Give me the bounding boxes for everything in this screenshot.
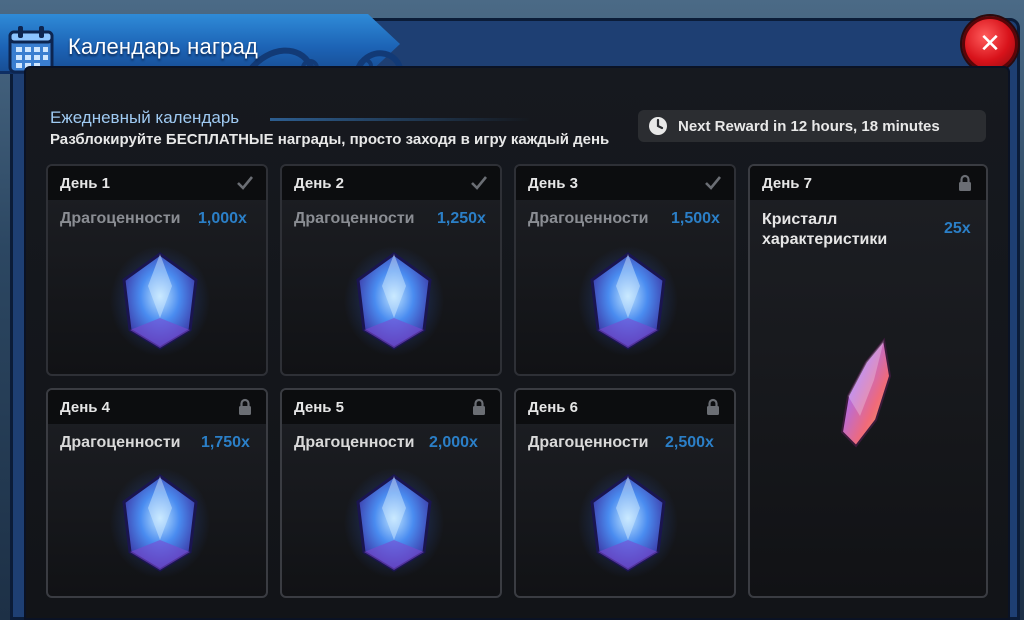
day-label: День 3 xyxy=(528,174,579,192)
day-label: День 1 xyxy=(60,174,111,192)
gem-icon xyxy=(110,246,210,356)
card-header: День 2 xyxy=(282,166,500,200)
day-card-5[interactable]: День 5 Драгоценности 2,000x xyxy=(280,388,502,598)
day-label: День 7 xyxy=(762,174,813,192)
day-card-1[interactable]: День 1 Драгоценности 1,000x xyxy=(46,164,268,376)
day-label: День 2 xyxy=(294,174,345,192)
lock-icon xyxy=(239,398,251,415)
reward-name: Кристалл характеристики xyxy=(762,211,888,248)
reward-quantity: 25x xyxy=(944,220,971,237)
reward-quantity: 1,000x xyxy=(198,210,247,227)
card-header: День 7 xyxy=(750,166,986,200)
day-label: День 5 xyxy=(294,398,345,416)
gem-icon xyxy=(110,468,210,578)
day-card-2[interactable]: День 2 Драгоценности 1,250x xyxy=(280,164,502,376)
section-title: Ежедневный календарь xyxy=(50,108,240,127)
reward-name: Драгоценности xyxy=(60,434,181,451)
day-card-6[interactable]: День 6 Драгоценности 2,500x xyxy=(514,388,736,598)
gem-icon xyxy=(344,246,444,356)
reward-quantity: 1,500x xyxy=(671,210,720,227)
next-reward-timer: Next Reward in 12 hours, 18 minutes xyxy=(638,110,986,142)
clock-icon xyxy=(649,117,667,135)
reward-quantity: 2,500x xyxy=(665,434,714,451)
reward-quantity: 1,250x xyxy=(437,210,486,227)
day-card-7[interactable]: День 7 Кристалл характеристики 25x xyxy=(748,164,988,598)
reward-name: Драгоценности xyxy=(294,210,415,227)
day-card-3[interactable]: День 3 Драгоценности 1,500x xyxy=(514,164,736,376)
reward-name: Драгоценности xyxy=(294,434,415,451)
checkmark-icon xyxy=(237,176,254,190)
card-header: День 5 xyxy=(282,390,500,424)
reward-name: Драгоценности xyxy=(60,210,181,227)
day-label: День 6 xyxy=(528,398,579,416)
reward-name: Драгоценности xyxy=(528,434,649,451)
card-header: День 6 xyxy=(516,390,734,424)
day-card-4[interactable]: День 4 Драгоценности 1,750x xyxy=(46,388,268,598)
lock-icon xyxy=(473,398,485,415)
card-header: День 3 xyxy=(516,166,734,200)
lock-icon xyxy=(707,398,719,415)
day-label: День 4 xyxy=(60,398,111,416)
stat-crystal-icon xyxy=(840,337,892,448)
checkmark-icon xyxy=(705,176,722,190)
lock-icon xyxy=(959,174,971,191)
reward-name: Драгоценности xyxy=(528,210,649,227)
timer-text: Next Reward in 12 hours, 18 minutes xyxy=(678,117,940,135)
close-icon: ✕ xyxy=(979,29,1001,59)
subtitle-underline xyxy=(270,118,530,121)
card-header: День 4 xyxy=(48,390,266,424)
gem-icon xyxy=(344,468,444,578)
checkmark-icon xyxy=(471,176,488,190)
gem-icon xyxy=(578,468,678,578)
gem-icon xyxy=(578,246,678,356)
window-title: Календарь наград xyxy=(68,34,259,59)
reward-quantity: 1,750x xyxy=(201,434,250,451)
reward-quantity: 2,000x xyxy=(429,434,478,451)
card-header: День 1 xyxy=(48,166,266,200)
close-button[interactable]: ✕ xyxy=(962,16,1018,72)
section-description: Разблокируйте БЕСПЛАТНЫЕ награды, просто… xyxy=(50,131,610,148)
